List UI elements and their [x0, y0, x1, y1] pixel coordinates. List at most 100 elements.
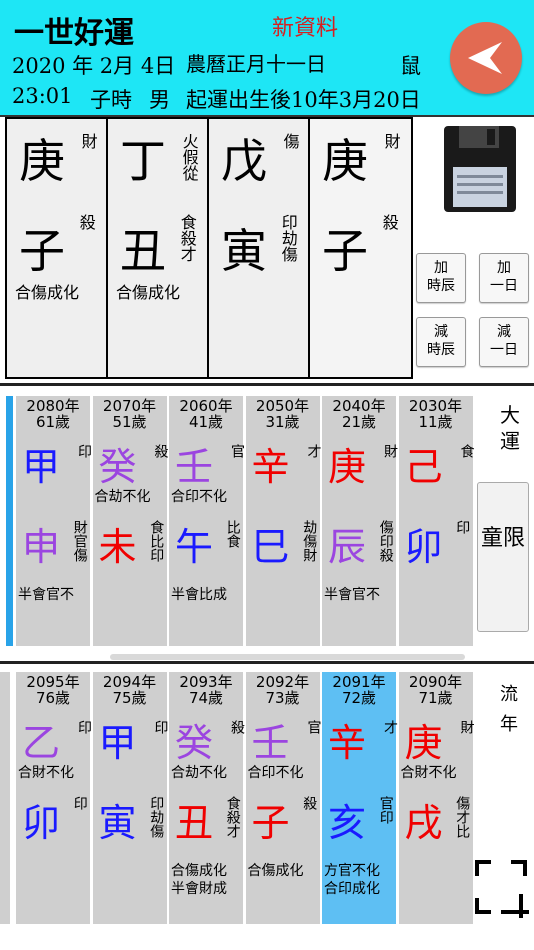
subtract-hour-button[interactable]: 減 時辰: [416, 317, 466, 367]
header-bar: 一世好運 新資料 2020 年 2月 4日 農曆正月十一日 鼠 23:01 子時…: [0, 0, 534, 117]
birth-time: 23:01: [12, 84, 73, 108]
add-day-button[interactable]: 加 一日: [479, 253, 529, 303]
card-year-age: 2080年 61歲: [16, 398, 90, 430]
card-year-age: 2095年 76歲: [16, 674, 90, 706]
card-year-age: 2091年 72歲: [322, 674, 396, 706]
annual-card[interactable]: 2095年 76歲乙印合財不化卯印: [16, 672, 92, 924]
card-stem-god: 官: [305, 720, 322, 734]
card-age: 41歲: [188, 413, 224, 431]
new-data-button[interactable]: 新資料: [272, 10, 338, 42]
card-branch-combination: 半會官不: [324, 587, 380, 603]
pillar-stem: 庚: [19, 134, 65, 188]
luck-card[interactable]: 2060年 41歲壬 官合印不化午比食 半會比成: [169, 396, 245, 646]
card-stem-god: 才: [382, 720, 398, 734]
card-stem: 壬: [175, 445, 214, 489]
card-year-age: 2070年 51歲: [93, 398, 167, 430]
pillar-stem-god: 傷: [280, 133, 300, 149]
luck-card[interactable]: 2080年 61歲甲 印申財官傷 半會官不: [16, 396, 92, 646]
card-stem-god: 食: [458, 444, 475, 458]
card-branch: 午: [175, 525, 214, 569]
subtract-day-button[interactable]: 減 一日: [479, 317, 529, 367]
floppy-disk-icon[interactable]: [443, 125, 517, 213]
pillar-hidden-stems: 印劫傷: [278, 214, 298, 262]
card-branch-gods: 食殺才: [224, 796, 241, 838]
card-age: 31歲: [265, 413, 300, 431]
add-hour-label: 加 時辰: [427, 260, 455, 294]
card-stem: 甲: [98, 721, 137, 765]
luck-card[interactable]: 2040年 21歲庚 財辰傷印殺半會官不: [322, 396, 398, 646]
pillar-stem-god: 財: [381, 133, 401, 149]
card-year: 2080年: [26, 397, 80, 415]
luck-card[interactable]: 2050年 31歲辛 才巳劫傷財: [245, 396, 322, 646]
card-branch: 卯: [404, 525, 443, 569]
card-year-age: 2092年 73歲: [246, 674, 320, 706]
card-stem-god: 印: [76, 444, 92, 458]
luck-scrollbar[interactable]: [110, 654, 465, 660]
card-age: 73歲: [265, 689, 300, 707]
add-hour-button[interactable]: 加 時辰: [416, 253, 466, 303]
card-branch-combination: 方官不化 合印成化: [324, 863, 380, 897]
card-stem: 庚: [404, 721, 443, 765]
card-branch-gods: 比食: [224, 520, 241, 548]
card-branch-combination: 合傷成化 半會財成: [171, 863, 227, 897]
section-divider: [0, 383, 534, 386]
card-stem: 庚: [328, 445, 367, 489]
card-stem-god: 殺: [229, 720, 245, 734]
annual-card[interactable]: 2090年 71歲庚 財合財不化戌傷才比: [398, 672, 475, 924]
card-year-age: 2040年 21歲: [322, 398, 396, 430]
luck-card[interactable]: 2070年 51歲癸 殺合劫不化未食比印: [92, 396, 169, 646]
card-age: 75歲: [112, 689, 147, 707]
luck-card[interactable]: 2030年 11歲己 食卯印: [398, 396, 475, 646]
card-stem: 甲: [22, 445, 61, 489]
card-branch: 未: [98, 525, 137, 569]
card-year: 2040年: [332, 397, 386, 415]
card-stem-god: 財: [382, 444, 398, 458]
card-branch: 卯: [22, 801, 61, 845]
card-branch: 巳: [251, 525, 290, 569]
card-branch-gods: 財官傷: [71, 520, 88, 562]
card-stem-combination: 合印不化: [247, 765, 304, 781]
pillar-1: 丁火假從丑食殺才 合傷成化: [108, 119, 209, 377]
card-year: 2090年: [408, 673, 463, 691]
luck-scroll-indicator: [6, 396, 13, 646]
card-branch-gods: 劫傷財: [301, 520, 318, 562]
card-stem: 辛: [328, 721, 367, 765]
card-year: 2093年: [179, 673, 233, 691]
card-stem-god: 財: [458, 720, 475, 734]
card-age: 71歲: [418, 689, 453, 707]
card-stem-god: 官: [229, 444, 245, 458]
section-divider: [0, 661, 534, 664]
back-button[interactable]: [450, 22, 522, 94]
zodiac-animal: 鼠: [400, 54, 421, 78]
card-stem: 己: [404, 445, 443, 489]
time-branch: 子時: [90, 88, 132, 112]
card-year: 2094年: [102, 673, 157, 691]
card-stem: 壬: [251, 721, 290, 765]
childhood-luck-button[interactable]: 童限: [477, 482, 529, 632]
annual-card[interactable]: 2092年 73歲壬 官合印不化子殺合傷成化: [245, 672, 322, 924]
card-stem-combination: 合劫不化: [171, 765, 227, 781]
card-branch: 辰: [328, 525, 367, 569]
annual-card[interactable]: 2094年 75歲甲 印寅印劫傷: [92, 672, 169, 924]
card-year-age: 2050年 31歲: [246, 398, 320, 430]
pillar-stem: 庚: [322, 134, 368, 188]
four-pillars: 庚財子殺合傷成化丁火假從丑食殺才 合傷成化戊傷寅印劫傷庚財子殺: [5, 117, 413, 379]
luck-section-label: 大運: [500, 403, 520, 453]
subtract-hour-label: 減 時辰: [427, 324, 455, 358]
crop-screenshot-icon[interactable]: [473, 858, 529, 920]
card-age: 74歲: [188, 689, 224, 707]
card-branch-gods: 傷印殺: [377, 520, 394, 562]
card-stem: 癸: [98, 445, 137, 489]
card-year: 2030年: [408, 397, 463, 415]
annual-card[interactable]: 2093年 74歲癸 殺合劫不化丑食殺才 合傷成化 半會財成: [169, 672, 245, 924]
childhood-label: 童限: [480, 526, 525, 551]
annual-card-partial[interactable]: [0, 672, 10, 924]
card-stem-god: 才: [305, 444, 322, 458]
card-year-age: 2094年 75歲: [93, 674, 167, 706]
card-age: 76歲: [35, 689, 71, 707]
pillar-0: 庚財子殺合傷成化: [7, 119, 108, 377]
card-branch-gods: 傷才比: [454, 796, 471, 838]
annual-card[interactable]: 2091年 72歲辛 才亥官印 方官不化 合印成化: [322, 672, 398, 924]
card-stem-god: 印: [152, 720, 169, 734]
pillar-3: 庚財子殺: [310, 119, 411, 377]
